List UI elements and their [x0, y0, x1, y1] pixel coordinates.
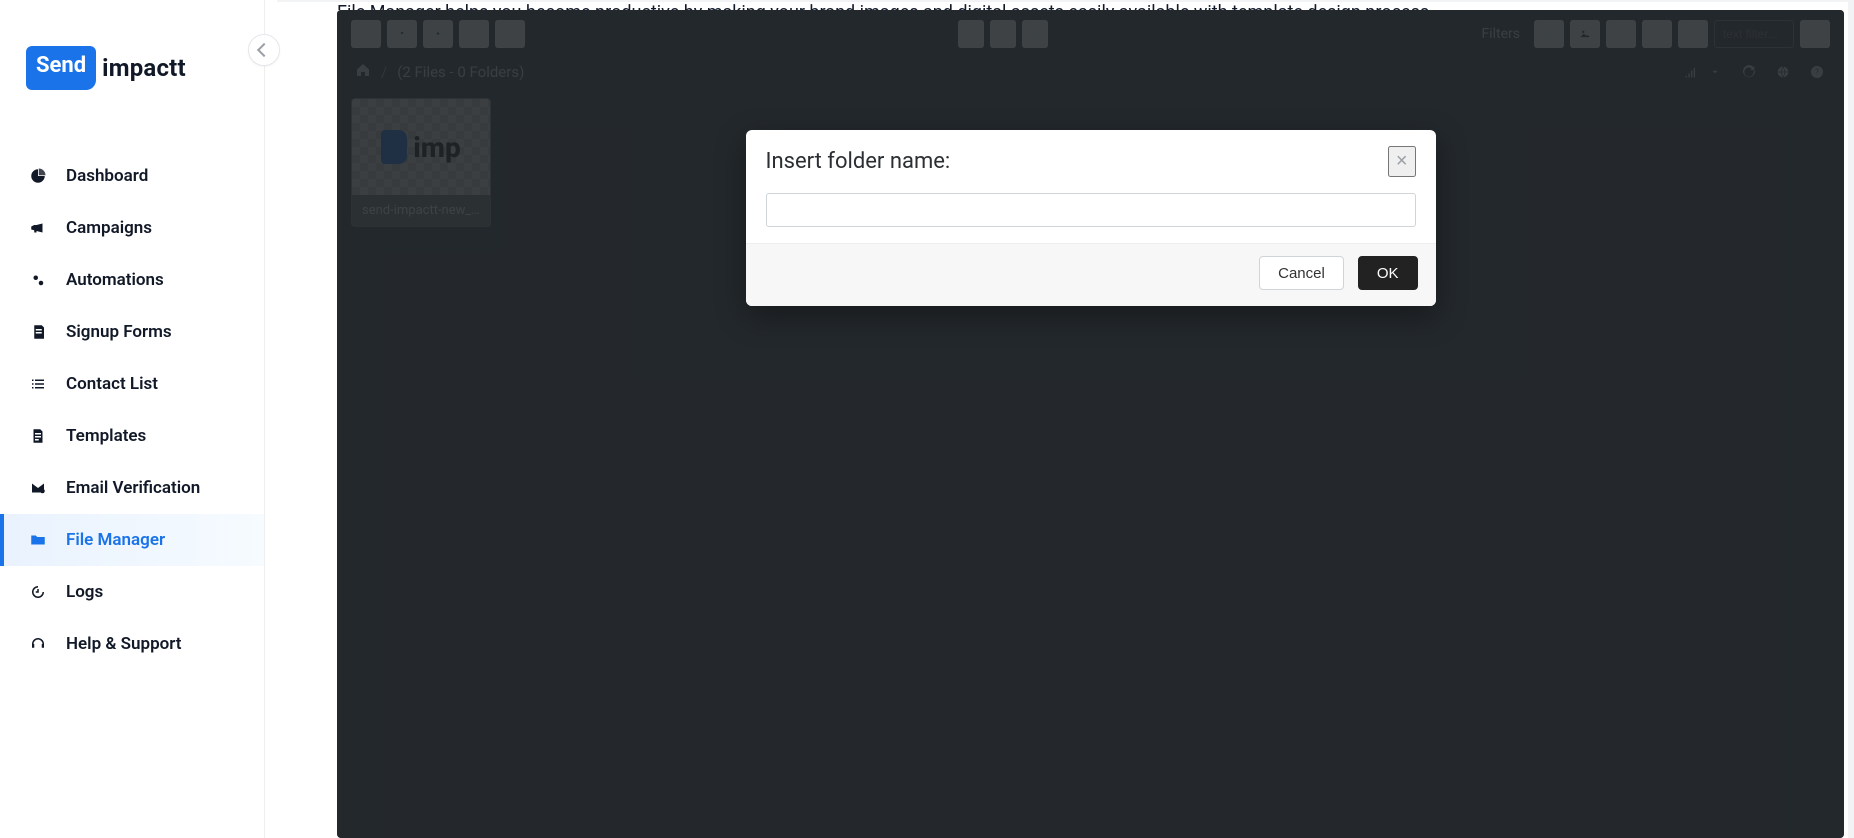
pie-icon	[28, 166, 48, 186]
gears-icon	[28, 270, 48, 290]
folder-name-input[interactable]	[766, 193, 1416, 227]
sidebar-item-label: Dashboard	[66, 166, 148, 186]
sidebar-item-label: Automations	[66, 270, 164, 290]
sidebar: Send impactt Dashboard Campaigns	[0, 0, 265, 838]
form-icon	[28, 322, 48, 342]
sidebar-item-email-verification[interactable]: Email Verification	[0, 462, 264, 514]
sidebar-item-label: Templates	[66, 426, 146, 446]
brand-word: impactt	[102, 54, 186, 82]
chevron-left-icon	[257, 43, 271, 57]
modal-footer: Cancel OK	[746, 243, 1436, 306]
sidebar-item-templates[interactable]: Templates	[0, 410, 264, 462]
megaphone-icon	[28, 218, 48, 238]
sidebar-item-automations[interactable]: Automations	[0, 254, 264, 306]
ok-button[interactable]: OK	[1358, 256, 1418, 290]
sidebar-item-dashboard[interactable]: Dashboard	[0, 150, 264, 202]
brand-logo: Send impactt	[0, 28, 264, 118]
sidebar-item-file-manager[interactable]: File Manager	[0, 514, 264, 566]
content-inner: File Manager helps you become productive…	[337, 2, 1844, 838]
list-icon	[28, 374, 48, 394]
content: File Manager helps you become productive…	[265, 0, 1848, 838]
sidebar-inner: Send impactt Dashboard Campaigns	[0, 0, 264, 670]
sidebar-item-label: Campaigns	[66, 218, 152, 238]
sidebar-item-label: Logs	[66, 582, 103, 602]
modal-body	[746, 185, 1436, 243]
brand-badge: Send	[26, 46, 96, 90]
folder-icon	[28, 530, 48, 550]
template-icon	[28, 426, 48, 446]
sidebar-collapse-button[interactable]	[248, 34, 280, 66]
modal-close-button[interactable]: ×	[1388, 146, 1416, 177]
sidebar-item-logs[interactable]: Logs	[0, 566, 264, 618]
sidebar-item-signup-forms[interactable]: Signup Forms	[0, 306, 264, 358]
right-gutter	[1848, 0, 1854, 838]
history-icon	[28, 582, 48, 602]
sidebar-item-label: Email Verification	[66, 478, 200, 498]
modal-header: Insert folder name: ×	[746, 130, 1436, 185]
app-root: Send impactt Dashboard Campaigns	[0, 0, 1854, 838]
sidebar-item-help-support[interactable]: Help & Support	[0, 618, 264, 670]
shield-check-icon	[28, 478, 48, 498]
headset-icon	[28, 634, 48, 654]
sidebar-item-label: Signup Forms	[66, 322, 172, 342]
new-folder-modal: Insert folder name: × Cancel OK	[746, 130, 1436, 306]
sidebar-nav: Dashboard Campaigns Automations	[0, 118, 264, 670]
sidebar-item-label: Help & Support	[66, 634, 182, 654]
file-manager-panel: ▭ ≡ ▦ Filters	[337, 10, 1844, 838]
sidebar-item-label: Contact List	[66, 374, 158, 394]
sidebar-item-contact-list[interactable]: Contact List	[0, 358, 264, 410]
cancel-button[interactable]: Cancel	[1259, 256, 1344, 290]
intro-text: File Manager helps you become productive…	[337, 2, 1844, 10]
close-icon: ×	[1396, 150, 1408, 172]
sidebar-item-campaigns[interactable]: Campaigns	[0, 202, 264, 254]
sidebar-item-label: File Manager	[66, 530, 165, 550]
modal-title: Insert folder name:	[766, 149, 951, 174]
